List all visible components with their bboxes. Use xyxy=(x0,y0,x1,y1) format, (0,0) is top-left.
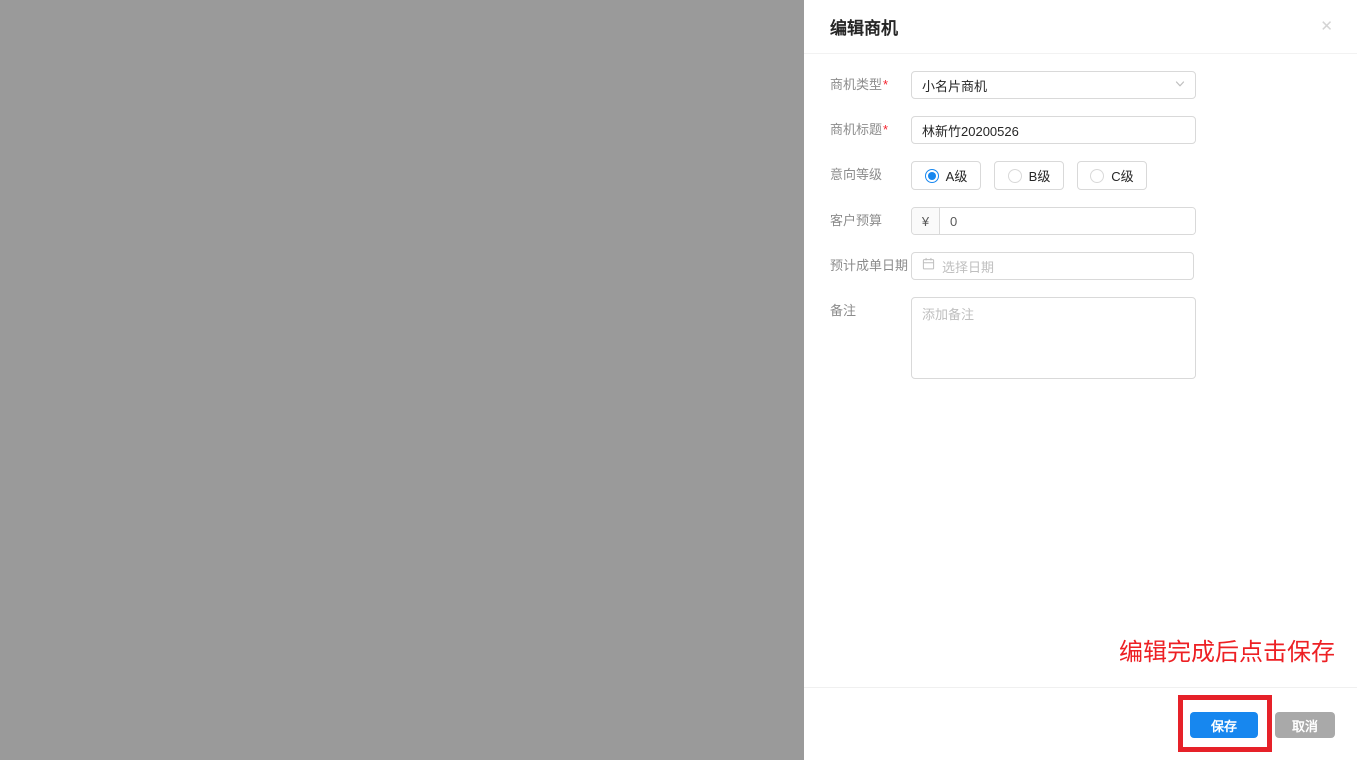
field-label-text: 商机类型 xyxy=(830,77,882,92)
form-row-expected-close-date: 预计成单日期 选择日期 xyxy=(830,252,1331,280)
opportunity-type-select[interactable]: 小名片商机 xyxy=(911,71,1196,99)
currency-yen-prefix: ¥ xyxy=(912,208,940,234)
field-label: 预计成单日期 xyxy=(830,252,911,280)
opportunity-title-input[interactable] xyxy=(911,116,1196,144)
field-label-text: 备注 xyxy=(830,303,856,318)
field-label-text: 意向等级 xyxy=(830,167,882,182)
calendar-icon xyxy=(922,257,935,275)
form-row-intent-level: 意向等级 A级 B级 C级 xyxy=(830,161,1331,190)
radio-unselected-icon xyxy=(1008,169,1022,183)
drawer-title: 编辑商机 xyxy=(830,14,898,39)
field-label-text: 商机标题 xyxy=(830,122,882,137)
field-label-text: 预计成单日期 xyxy=(830,258,908,273)
radio-label: A级 xyxy=(946,166,968,185)
required-mark: * xyxy=(883,77,888,92)
form-row-opportunity-type: 商机类型* 小名片商机 xyxy=(830,71,1331,99)
field-label: 商机类型* xyxy=(830,71,911,99)
drawer-body: 商机类型* 小名片商机 商机标题* xyxy=(804,54,1357,384)
field-label: 意向等级 xyxy=(830,161,911,189)
radio-label: B级 xyxy=(1029,166,1051,185)
drawer-header: 编辑商机 ✕ xyxy=(804,0,1357,54)
required-mark: * xyxy=(883,122,888,137)
budget-input[interactable] xyxy=(940,208,1195,234)
select-value: 小名片商机 xyxy=(922,76,987,95)
form-row-opportunity-title: 商机标题* xyxy=(830,116,1331,144)
close-date-picker[interactable]: 选择日期 xyxy=(911,252,1194,280)
edit-opportunity-drawer: 编辑商机 ✕ 商机类型* 小名片商机 商机标题* xyxy=(804,0,1357,760)
field-label: 商机标题* xyxy=(830,116,911,144)
cancel-button[interactable]: 取消 xyxy=(1275,712,1335,738)
field-label: 备注 xyxy=(830,297,911,325)
form-row-customer-budget: 客户预算 ¥ xyxy=(830,207,1331,235)
footer-divider xyxy=(804,687,1357,688)
radio-label: C级 xyxy=(1111,166,1133,185)
radio-unselected-icon xyxy=(1090,169,1104,183)
radio-option-c[interactable]: C级 xyxy=(1077,161,1147,190)
radio-option-a[interactable]: A级 xyxy=(911,161,981,190)
field-label: 客户预算 xyxy=(830,207,911,235)
field-label-text: 客户预算 xyxy=(830,213,882,228)
close-icon[interactable]: ✕ xyxy=(1316,15,1337,38)
radio-option-b[interactable]: B级 xyxy=(994,161,1064,190)
save-button[interactable]: 保存 xyxy=(1190,712,1258,738)
page: 编辑商机 ✕ 商机类型* 小名片商机 商机标题* xyxy=(0,0,1357,760)
intent-level-radio-group: A级 B级 C级 xyxy=(911,161,1196,190)
remarks-textarea[interactable] xyxy=(911,297,1196,379)
tutorial-annotation-text: 编辑完成后点击保存 xyxy=(1119,632,1335,667)
budget-field: ¥ xyxy=(911,207,1196,235)
date-placeholder: 选择日期 xyxy=(942,257,994,276)
chevron-down-icon xyxy=(1175,76,1185,94)
form-row-remarks: 备注 xyxy=(830,297,1331,384)
modal-backdrop[interactable] xyxy=(0,0,804,760)
radio-selected-icon xyxy=(925,169,939,183)
